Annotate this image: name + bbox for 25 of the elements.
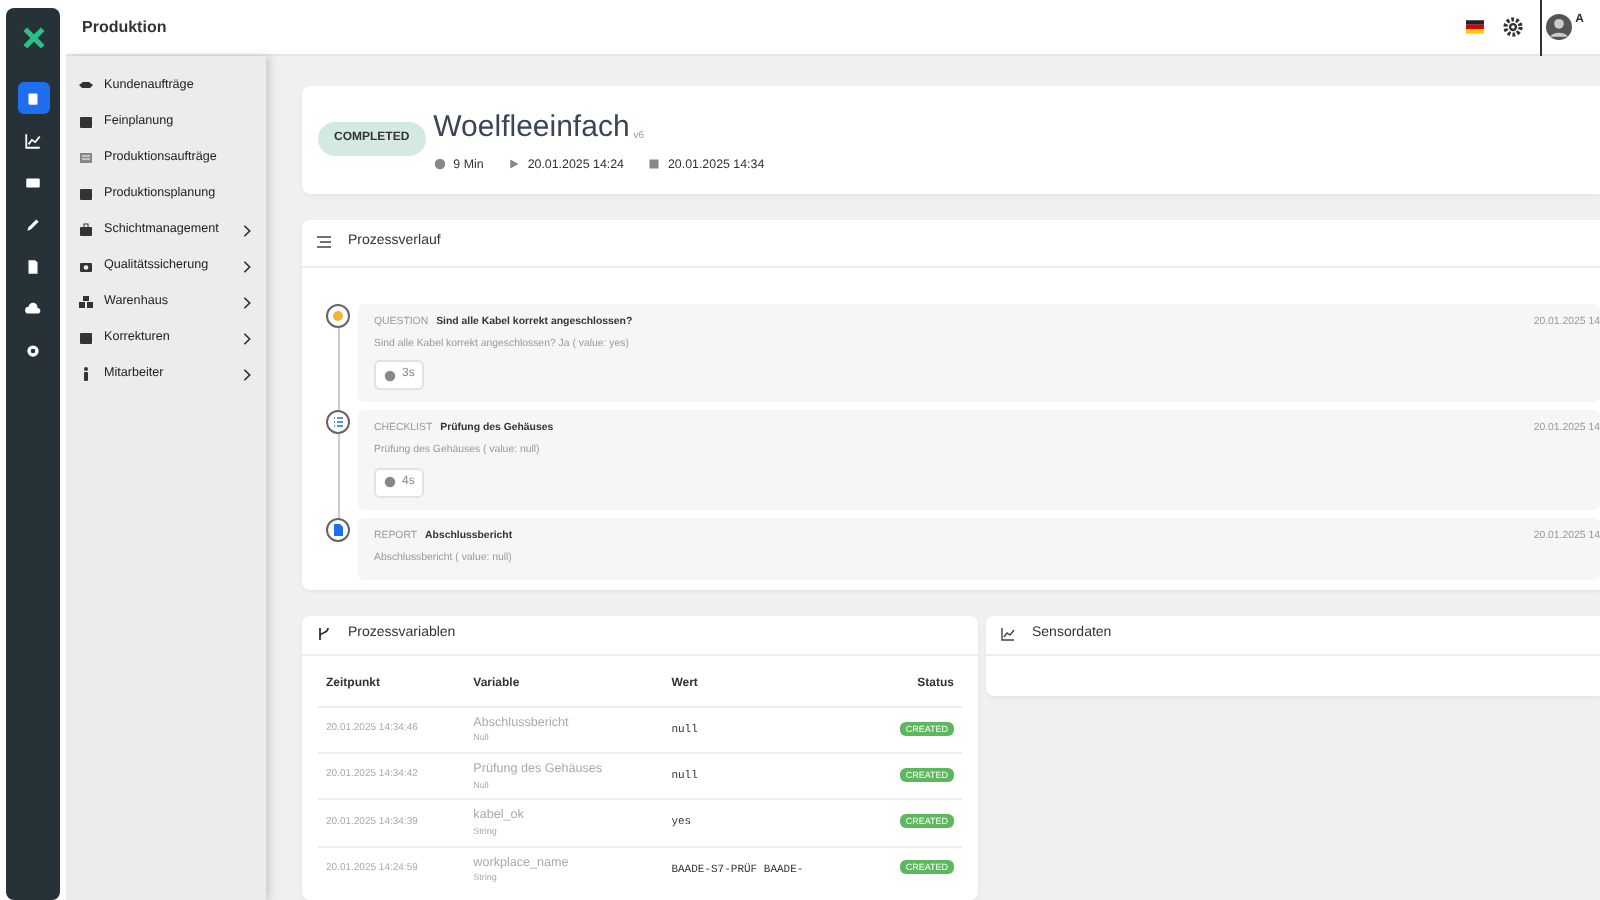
branch-icon (316, 626, 332, 643)
settings-icon (1501, 15, 1524, 38)
list-icon (316, 234, 332, 251)
nav-button[interactable] (17, 82, 49, 114)
box-icon (24, 89, 42, 107)
pen-icon (24, 215, 42, 233)
language-button[interactable] (1463, 18, 1486, 36)
flag-icon (1463, 18, 1486, 36)
camera-icon (78, 258, 94, 274)
settings-button[interactable] (1501, 15, 1524, 39)
stop-icon (647, 158, 660, 171)
document-icon (24, 257, 42, 275)
process-title: Woelfleeinfach (433, 108, 630, 148)
page-title: Produktion (82, 15, 167, 39)
cloud-icon (24, 299, 42, 317)
avatar-icon (1545, 14, 1572, 40)
list-icon (78, 150, 94, 166)
logo-icon (19, 24, 47, 52)
play-icon (507, 158, 520, 171)
card-icon (24, 173, 42, 191)
chart-icon (24, 131, 42, 149)
chart-icon (1000, 626, 1016, 643)
briefcase-icon (78, 222, 94, 238)
settings-icon (24, 341, 42, 359)
boxes-icon (78, 294, 94, 310)
